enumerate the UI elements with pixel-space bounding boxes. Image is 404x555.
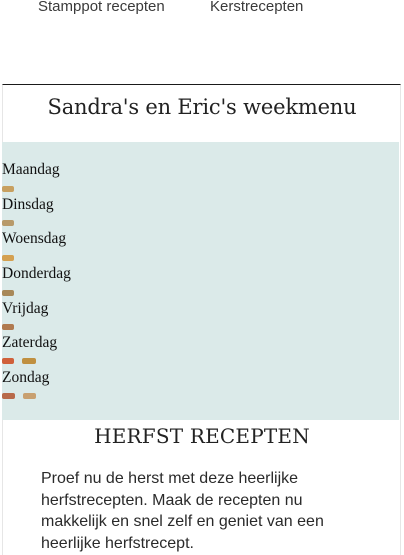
- recipe-thumbnail[interactable]: [22, 358, 37, 364]
- day-thumbs-vrijdag: [2, 324, 18, 332]
- recipe-thumbnail[interactable]: [2, 393, 15, 399]
- day-link-zaterdag[interactable]: Zaterdag: [2, 334, 57, 352]
- day-thumbs-dinsdag: [2, 220, 18, 228]
- day-link-vrijdag[interactable]: Vrijdag: [2, 300, 48, 318]
- recipe-thumbnail[interactable]: [2, 324, 14, 330]
- day-link-dinsdag[interactable]: Dinsdag: [2, 196, 54, 214]
- day-link-donderdag[interactable]: Donderdag: [2, 265, 71, 283]
- recipe-thumbnail[interactable]: [2, 358, 14, 364]
- top-links: Stamppot recepten Kerstrecepten: [0, 0, 404, 22]
- day-thumbs-donderdag: [2, 290, 18, 298]
- recipe-thumbnail[interactable]: [2, 290, 14, 296]
- herfst-recepten-heading: HERFST RECEPTEN: [94, 424, 310, 448]
- herfst-intro-text: Proef nu de herst met deze heerlijke her…: [41, 470, 324, 552]
- recipe-thumbnail[interactable]: [2, 220, 14, 226]
- link-stamppot-recepten[interactable]: Stamppot recepten: [38, 0, 165, 15]
- day-link-maandag[interactable]: Maandag: [2, 161, 60, 179]
- weekmenu-panel: Maandag Dinsdag Woensdag Donderdag Vrijd…: [2, 142, 399, 420]
- day-thumbs-woensdag: [2, 255, 18, 263]
- recipe-thumbnail[interactable]: [23, 393, 37, 399]
- day-thumbs-zondag: [2, 393, 40, 401]
- day-link-woensdag[interactable]: Woensdag: [2, 230, 66, 248]
- day-thumbs-maandag: [2, 186, 18, 194]
- recipe-thumbnail[interactable]: [2, 255, 14, 261]
- link-kerstrecepten[interactable]: Kerstrecepten: [210, 0, 303, 15]
- weekmenu-title: Sandra's en Eric's weekmenu: [47, 95, 357, 119]
- recipe-thumbnail[interactable]: [2, 186, 14, 192]
- day-thumbs-zaterdag: [2, 358, 40, 366]
- day-link-zondag[interactable]: Zondag: [2, 369, 49, 387]
